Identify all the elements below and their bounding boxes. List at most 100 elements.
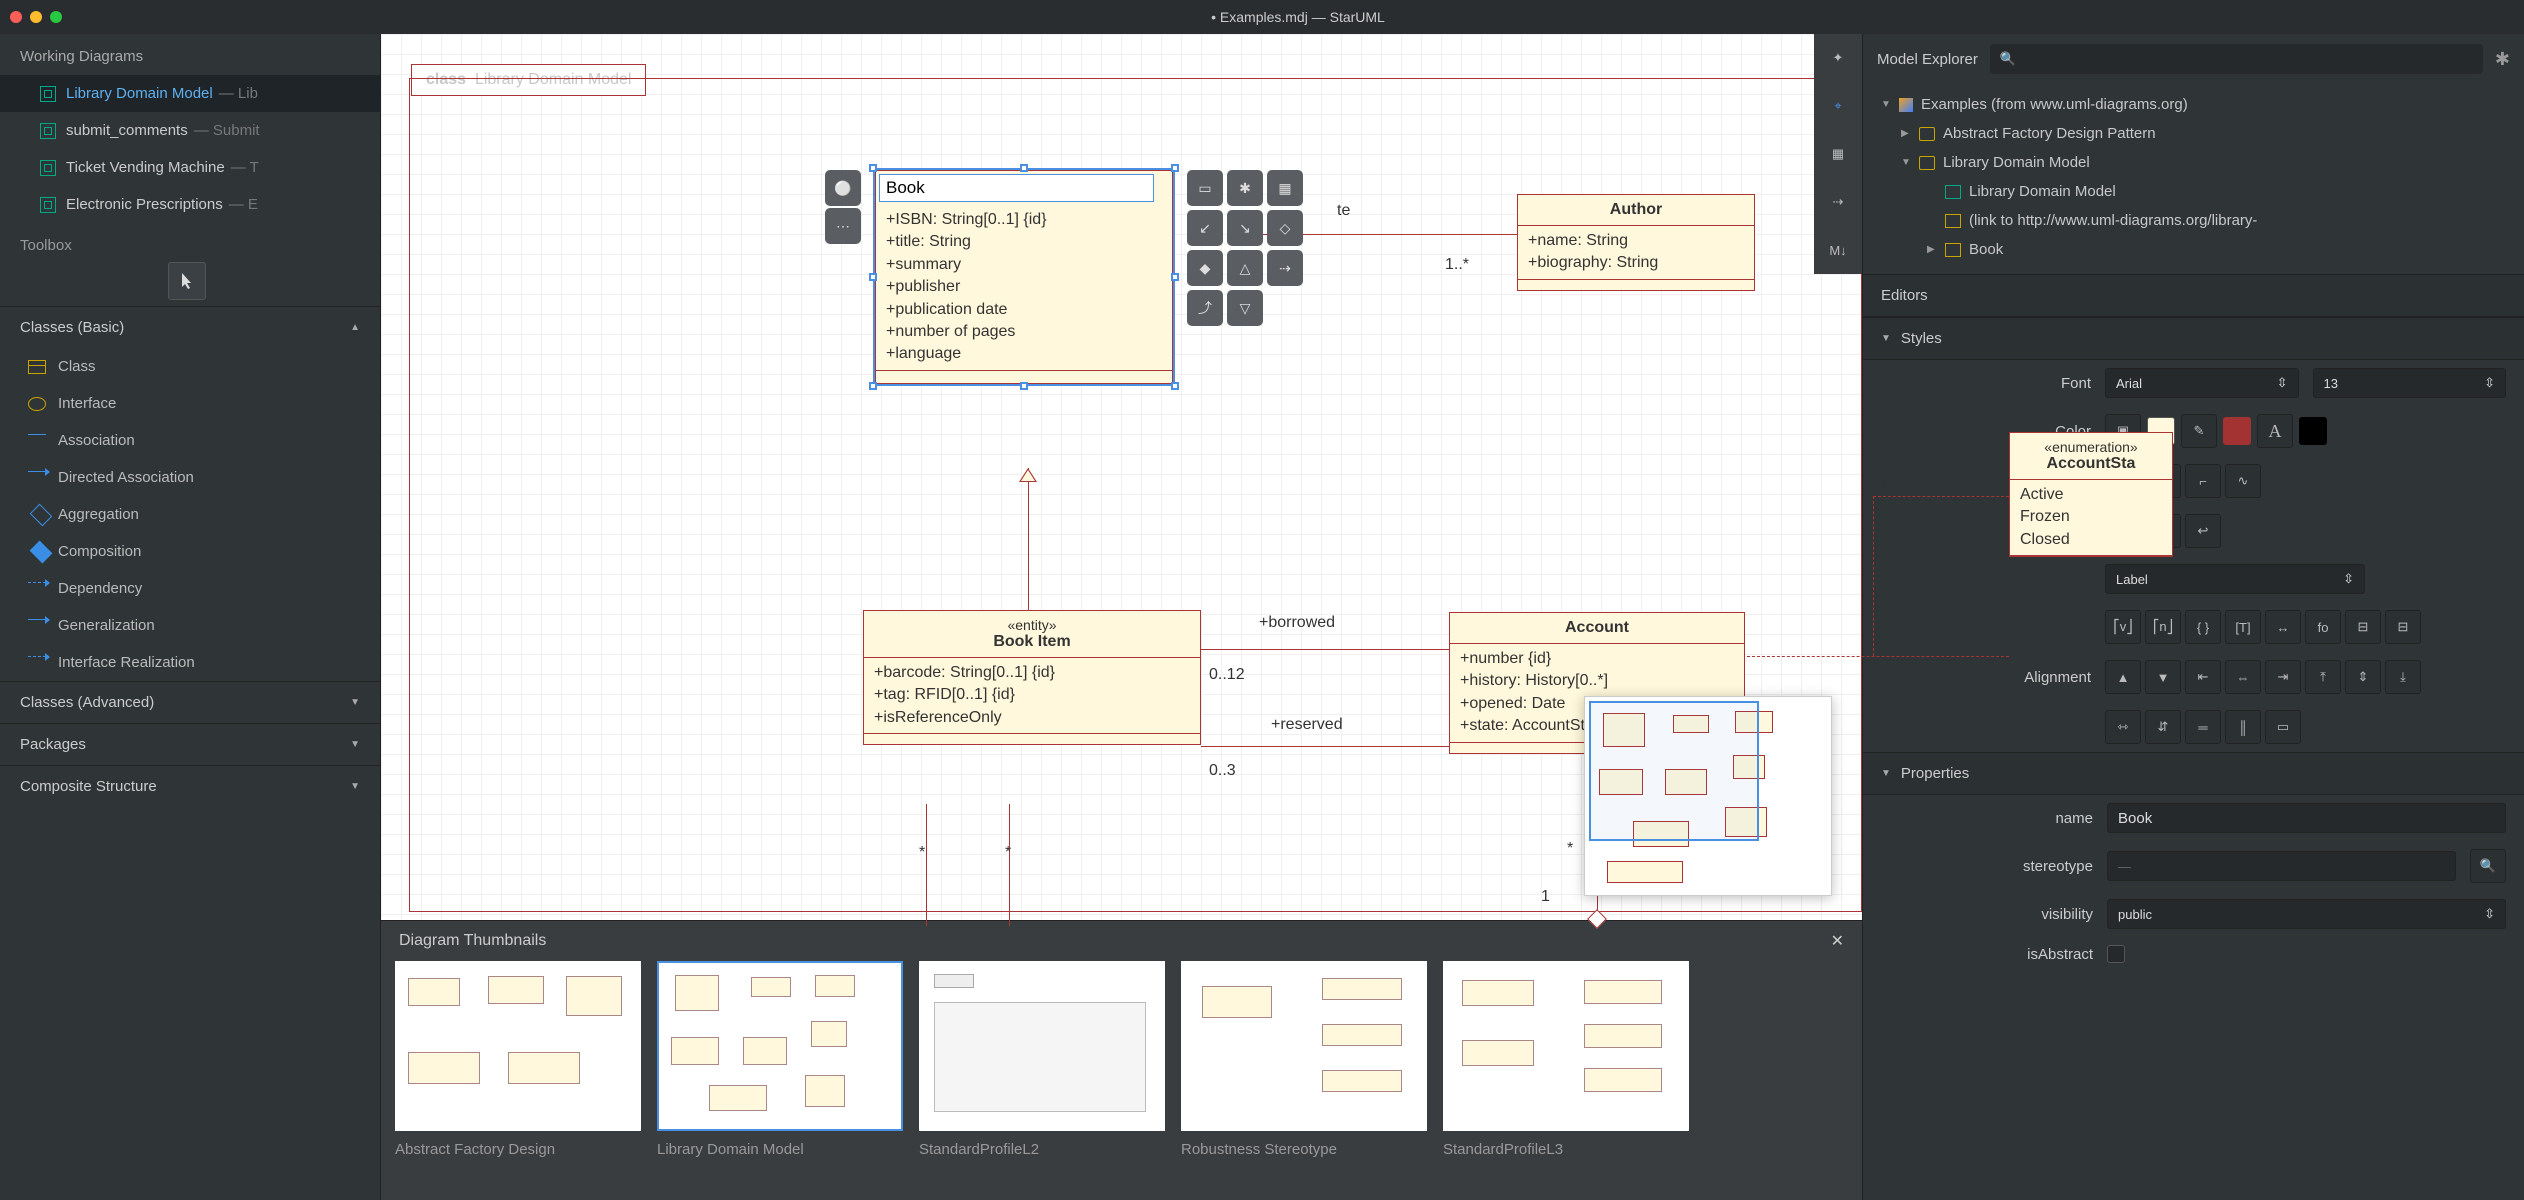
uml-attribute[interactable]: +barcode: String[0..1] {id} [874,662,1190,684]
show-property-button[interactable]: { } [2185,610,2221,644]
tool-generalization[interactable]: Generalization [0,607,380,644]
tool-directed-association[interactable]: Directed Association [0,459,380,496]
resize-handle[interactable] [869,164,877,172]
resize-handle[interactable] [1171,164,1179,172]
dependency-line[interactable] [1747,656,2009,657]
uml-class-bookitem[interactable]: «entity»Book Item +barcode: String[0..1]… [863,610,1201,745]
quickedit-directed-button[interactable]: ↘ [1227,210,1263,246]
prop-stereotype-input[interactable]: — [2107,851,2456,881]
quickedit-gen-button[interactable]: △ [1227,250,1263,286]
multiplicity-label[interactable]: 0..3 [1209,762,1236,780]
explorer-node[interactable]: ▶Book [1863,235,2524,264]
show-type-button[interactable]: [T] [2225,610,2261,644]
uml-class-book[interactable]: +ISBN: String[0..1] {id} +title: String … [875,170,1173,384]
quickedit-add-attribute-button[interactable]: ▭ [1187,170,1223,206]
share-icon[interactable]: ⇢ [1814,178,1862,226]
role-label[interactable]: te [1337,202,1350,220]
association-line[interactable] [1201,746,1449,747]
explorer-node[interactable]: ▼Library Domain Model [1863,148,2524,177]
uml-literal[interactable]: Closed [2020,529,2162,551]
bring-front-button[interactable]: ▲ [2105,660,2141,694]
properties-section-header[interactable]: ▼Properties [1863,752,2524,795]
uml-class-author[interactable]: Author +name: String +biography: String [1517,194,1755,291]
distribute-v-button[interactable]: ⇵ [2145,710,2181,744]
working-diagram-item[interactable]: Library Domain Model — Lib [0,75,380,112]
thumbnail-item[interactable]: Library Domain Model [657,961,903,1158]
association-line[interactable] [1009,804,1010,926]
generalization-line[interactable] [1028,468,1029,616]
resize-handle[interactable] [1020,382,1028,390]
working-diagram-item[interactable]: Electronic Prescriptions — E [0,186,380,223]
multiplicity-label[interactable]: * [1567,840,1573,858]
prop-name-input[interactable] [2107,803,2506,833]
quickedit-agg-button[interactable]: ◇ [1267,210,1303,246]
minimize-icon[interactable] [30,11,42,23]
quickedit-association-button[interactable]: ↙ [1187,210,1223,246]
tool-composition[interactable]: Composition [0,533,380,570]
working-diagram-item[interactable]: Ticket Vending Machine — T [0,149,380,186]
multiplicity-label[interactable]: 1 [1541,888,1550,906]
minimap[interactable] [1584,696,1832,896]
match-width-button[interactable]: ═ [2185,710,2221,744]
styles-section-header[interactable]: ▼Styles [1863,317,2524,360]
tool-interface-realization[interactable]: Interface Realization [0,644,380,681]
close-icon[interactable]: ✕ [1831,931,1844,951]
stereotype-label[interactable]: «use» [1881,474,1925,492]
show-visibility-button[interactable]: ⎡v⎦ [2105,610,2141,644]
align-top-button[interactable]: ⤒ [2305,660,2341,694]
linestyle-curve-button[interactable]: ∿ [2225,464,2261,498]
resize-handle[interactable] [1020,164,1028,172]
line-color-button[interactable]: ✎ [2181,414,2217,448]
minimap-viewport[interactable] [1589,701,1759,841]
toolbox-category[interactable]: Classes (Advanced)▼ [0,681,380,723]
search-icon[interactable]: 🔍 [2470,849,2506,883]
quickedit-sub-button[interactable]: ▽ [1227,290,1263,326]
multiplicity-label[interactable]: 1..* [1445,256,1469,274]
quickedit-dep-button[interactable]: ⇢ [1267,250,1303,286]
thumbnail-item[interactable]: Robustness Stereotype [1181,961,1427,1158]
uml-attribute[interactable]: +publication date [886,299,1162,321]
font-size-select[interactable]: 13⇳ [2313,368,2507,398]
uml-class-name[interactable]: «entity»Book Item [864,611,1200,658]
toolbox-category[interactable]: Packages▼ [0,723,380,765]
dependency-line[interactable] [1873,496,1874,656]
text-color-swatch[interactable] [2299,417,2327,445]
align-bottom-button[interactable]: ⤓ [2385,660,2421,694]
uml-attribute[interactable]: +language [886,343,1162,365]
prop-visibility-select[interactable]: public⇳ [2107,899,2506,929]
markdown-icon[interactable]: M↓ [1814,226,1862,274]
show-multiplicity-button[interactable]: ↔ [2265,610,2301,644]
uml-class-name[interactable]: «enumeration»AccountSta [2010,433,2172,480]
quickedit-comp-button[interactable]: ◆ [1187,250,1223,286]
uml-attribute[interactable]: +number of pages [886,321,1162,343]
thumbnail-item[interactable]: StandardProfileL2 [919,961,1165,1158]
uml-attribute[interactable]: +history: History[0..*] [1460,670,1734,692]
gear-icon[interactable]: ✱ [2495,49,2510,70]
explorer-node[interactable]: ▶Abstract Factory Design Pattern [1863,119,2524,148]
uml-literal[interactable]: Active [2020,484,2162,506]
role-label[interactable]: +borrowed [1259,614,1335,632]
resize-handle[interactable] [1171,273,1179,281]
uml-attribute[interactable]: +publisher [886,276,1162,298]
show-namespace-button[interactable]: ⎡n⎦ [2145,610,2181,644]
prop-isabstract-checkbox[interactable] [2107,945,2125,963]
tool-association[interactable]: Association [0,422,380,459]
suppress-attributes-button[interactable]: ⊟ [2345,610,2381,644]
multiplicity-label[interactable]: 0..12 [1209,666,1245,684]
linestyle-rounded-button[interactable]: ⌐ [2185,464,2221,498]
tool-dependency[interactable]: Dependency [0,570,380,607]
dependency-line[interactable] [1873,496,2009,497]
explorer-node[interactable]: (link to http://www.uml-diagrams.org/lib… [1863,206,2524,235]
close-icon[interactable] [10,11,22,23]
quickedit-more-button[interactable]: ⋯ [825,208,861,244]
resize-handle[interactable] [869,273,877,281]
uml-attribute[interactable]: +tag: RFID[0..1] {id} [874,684,1190,706]
quickedit-settings-button[interactable]: ✱ [1227,170,1263,206]
diagram-canvas[interactable]: class Library Domain Model 1..* te +borr… [381,34,1862,920]
resize-handle[interactable] [1171,382,1179,390]
association-line[interactable] [1201,649,1449,650]
class-name-input[interactable] [879,174,1154,202]
font-select[interactable]: Arial⇳ [2105,368,2299,398]
working-diagram-item[interactable]: submit_comments — Submit [0,112,380,149]
show-op-signature-button[interactable]: fo [2305,610,2341,644]
